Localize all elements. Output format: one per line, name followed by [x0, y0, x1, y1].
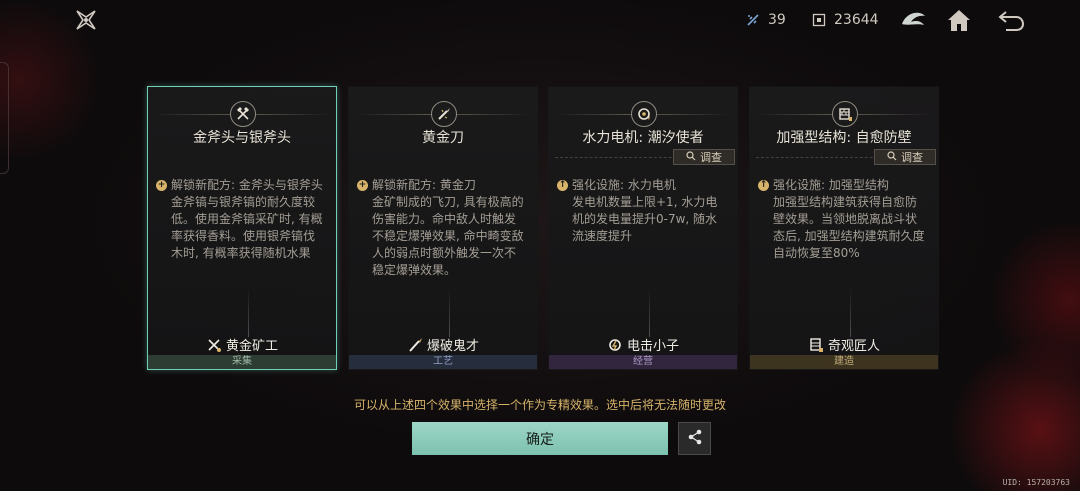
selection-notice: 可以从上述四个效果中选择一个作为专精效果。选中后将无法随时更改: [353, 398, 726, 412]
shock-hero-icon: [607, 337, 623, 353]
upgrade-bullet-icon: ↑: [758, 180, 769, 191]
faction-emblem-icon[interactable]: [898, 6, 928, 34]
perk-card-hydro-generator[interactable]: 水力电机: 潮汐使者 调查 ↑ 强化设施: 水力电机 发电机数量上限+1, 水力…: [548, 86, 738, 370]
unlock-bullet-icon: +: [156, 180, 167, 191]
search-icon: [887, 150, 897, 164]
throwing-knife-icon: [431, 101, 457, 127]
effect-head: 强化设施: 水力电机: [572, 178, 676, 192]
card-hero: 爆破鬼才: [349, 335, 537, 354]
hero-name: 奇观匠人: [827, 339, 880, 354]
back-icon[interactable]: [996, 6, 1026, 34]
resource-coin-value: 23644: [834, 12, 879, 28]
card-title: 金斧头与银斧头: [193, 130, 291, 146]
card-description: + 解锁新配方: 黄金刀 金矿制成的飞刀, 具有极高的伤害能力。命中敌人时触发不…: [357, 177, 527, 279]
card-category: 采集: [148, 355, 336, 369]
effect-head: 强化设施: 加强型结构: [773, 178, 889, 192]
card-hero: 奇观匠人: [750, 335, 938, 354]
effect-body: 金矿制成的飞刀, 具有极高的伤害能力。命中敌人时触发不稳定爆弹效果, 命中畸变敌…: [372, 195, 524, 277]
resource-sparkle-value: 39: [768, 12, 786, 28]
effect-body: 发电机数量上限+1, 水力电机的发电量提升0-7w, 随水流速度提升: [572, 195, 718, 243]
shield-wall-icon: [832, 101, 858, 127]
perk-card-golden-axe[interactable]: 金斧头与银斧头 + 解锁新配方: 金斧头与银斧头 金斧镐与银斧镐的耐久度较低。使…: [147, 86, 337, 370]
craftsman-hero-icon: [808, 337, 824, 353]
perk-card-reinforced-structure[interactable]: 加强型结构: 自愈防壁 调查 ↑ 强化设施: 加强型结构 加强型结构建筑获得自愈…: [749, 86, 939, 370]
effect-head: 解锁新配方: 黄金刀: [372, 178, 476, 192]
inspect-label: 调查: [901, 151, 923, 164]
search-icon: [686, 150, 696, 164]
card-description: ↑ 强化设施: 加强型结构 加强型结构建筑获得自愈防壁效果。当领地脱离战斗状态后…: [758, 177, 928, 262]
card-title: 水力电机: 潮汐使者: [582, 130, 704, 146]
inspect-button[interactable]: 调查: [874, 149, 936, 165]
decorative-glow: [248, 287, 249, 337]
card-category: 工艺: [349, 355, 537, 369]
home-icon[interactable]: [944, 6, 974, 34]
decorative-glow: [850, 287, 851, 337]
gear-bolt-icon: [631, 101, 657, 127]
confirm-button[interactable]: 确定: [412, 422, 668, 455]
effect-body: 加强型结构建筑获得自愈防壁效果。当领地脱离战斗状态后, 加强型结构建筑耐久度自动…: [773, 195, 925, 260]
upgrade-bullet-icon: ↑: [557, 180, 568, 191]
perk-card-golden-knife[interactable]: 黄金刀 + 解锁新配方: 黄金刀 金矿制成的飞刀, 具有极高的伤害能力。命中敌人…: [348, 86, 538, 370]
hero-name: 爆破鬼才: [426, 339, 479, 354]
decorative-glow: [449, 287, 450, 337]
card-title: 加强型结构: 自愈防壁: [776, 130, 912, 146]
miner-hero-icon: [206, 337, 222, 353]
card-hero: 黄金矿工: [148, 335, 336, 354]
card-category: 建造: [750, 355, 938, 369]
menu-emblem-icon[interactable]: [74, 8, 98, 32]
hero-name: 黄金矿工: [225, 339, 278, 354]
demolition-hero-icon: [407, 337, 423, 353]
sparkle-icon: [746, 13, 760, 27]
share-icon: [686, 428, 704, 450]
share-button[interactable]: [678, 422, 711, 455]
effect-head: 解锁新配方: 金斧头与银斧头: [171, 178, 323, 192]
inspect-button[interactable]: 调查: [673, 149, 735, 165]
card-category: 经营: [549, 355, 737, 369]
hero-name: 电击小子: [626, 339, 679, 354]
resource-coin: 23644: [812, 12, 879, 28]
unlock-bullet-icon: +: [357, 180, 368, 191]
inspect-label: 调查: [700, 151, 722, 164]
side-panel-tab[interactable]: [0, 62, 9, 174]
decorative-glow: [649, 287, 650, 337]
card-description: ↑ 强化设施: 水力电机 发电机数量上限+1, 水力电机的发电量提升0-7w, …: [557, 177, 727, 245]
card-title: 黄金刀: [422, 130, 464, 146]
crossed-axes-icon: [230, 101, 256, 127]
card-description: + 解锁新配方: 金斧头与银斧头 金斧镐与银斧镐的耐久度较低。使用金斧镐采矿时,…: [156, 177, 326, 262]
card-hero: 电击小子: [549, 335, 737, 354]
user-id: UID: 157203763: [1002, 478, 1070, 487]
top-bar: 39 23644: [0, 0, 1080, 42]
resource-sparkle: 39: [746, 12, 786, 28]
coin-box-icon: [812, 13, 826, 27]
effect-body: 金斧镐与银斧镐的耐久度较低。使用金斧镐采矿时, 有概率获得香料。使用银斧镐伐木时…: [171, 195, 323, 260]
